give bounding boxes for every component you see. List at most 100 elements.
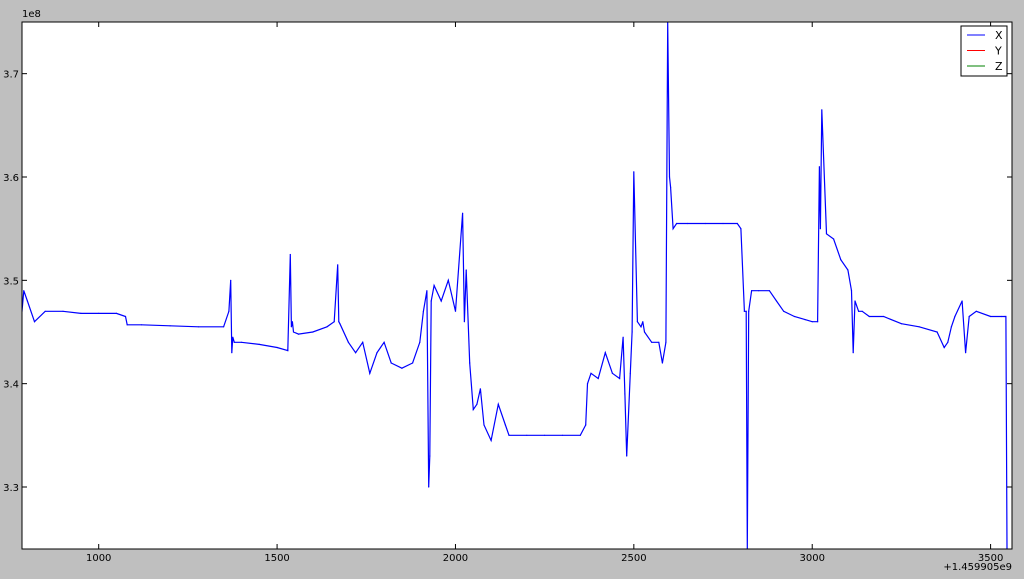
series-point [783, 310, 785, 312]
series-point [811, 321, 813, 323]
series-point [333, 321, 335, 323]
series-point [819, 228, 822, 230]
series-point [736, 222, 738, 225]
series-point [629, 372, 631, 374]
series-point [126, 324, 128, 326]
legend: XYZ [960, 25, 1008, 77]
series-point [751, 290, 753, 292]
y-tick-label: 3.4 [3, 380, 19, 391]
series-point [526, 434, 528, 436]
series-point [624, 393, 626, 395]
series-point [704, 222, 706, 225]
series-point [821, 109, 823, 111]
series-point [490, 439, 492, 442]
series-point [868, 315, 870, 318]
series-point [440, 300, 442, 302]
series-point [240, 341, 242, 343]
series-point [965, 352, 967, 354]
series-point [852, 352, 854, 354]
y-tick-label: 3.5 [3, 276, 19, 287]
series-point [631, 331, 633, 333]
series-point [626, 455, 628, 457]
series-point [990, 315, 992, 318]
series-point [140, 324, 143, 326]
series-point [1000, 315, 1002, 318]
series-point [590, 372, 592, 374]
series-point [326, 326, 328, 328]
series-point [586, 383, 589, 385]
series-point [975, 310, 977, 312]
series-point [597, 377, 599, 380]
series-point [291, 321, 293, 323]
series-point [943, 346, 945, 349]
series-point [231, 352, 233, 354]
series-point [98, 312, 100, 314]
series-point [297, 333, 300, 335]
series-point [44, 310, 46, 312]
y-tick-label: 3.7 [3, 70, 19, 81]
series-point [640, 326, 642, 328]
series-point [544, 434, 546, 436]
legend-label-y: Y [994, 45, 1002, 58]
series-point [228, 310, 230, 312]
series-point [497, 403, 499, 405]
series-point [80, 312, 82, 314]
series-point [847, 269, 849, 271]
series-point [768, 290, 771, 292]
x-tick-label: 1500 [264, 553, 289, 564]
series-point [947, 341, 949, 343]
series-point [961, 300, 963, 302]
series-point [26, 300, 28, 302]
series-point [670, 186, 672, 188]
series-point [748, 310, 750, 312]
series-point [430, 300, 432, 302]
series-point [258, 343, 260, 345]
series-point [672, 228, 674, 230]
series-point [861, 310, 863, 312]
series-point [339, 323, 341, 325]
series-point [643, 331, 646, 333]
series-point [463, 321, 465, 323]
series-point [433, 284, 435, 287]
y-scale-label: 1e8 [22, 9, 41, 20]
series-point [230, 279, 232, 281]
series-point [850, 290, 853, 292]
series-point [579, 434, 581, 436]
series-point [508, 434, 510, 436]
series-point [454, 310, 457, 312]
series-point [62, 310, 64, 312]
series-point [287, 350, 289, 352]
y-tick-label: 3.3 [3, 483, 19, 494]
series-point [412, 362, 414, 364]
series-point [483, 424, 485, 426]
series-point [462, 212, 464, 214]
series-point [854, 300, 856, 302]
x-tick-label: 3000 [799, 553, 824, 564]
series-point [476, 403, 478, 405]
series-point [422, 310, 424, 312]
series-point [918, 326, 920, 328]
series-point [276, 346, 278, 349]
series-point [479, 388, 481, 390]
series-point [722, 222, 724, 225]
series-point [124, 315, 127, 318]
series-point [429, 455, 431, 457]
line-chart: 1000 1500 2000 2500 3000 3500 3.33.43.53.63.7… [3, 9, 1013, 573]
series-point [665, 341, 667, 343]
series-point [633, 171, 635, 173]
series-point [825, 233, 828, 235]
series-point [642, 321, 644, 323]
series-point [619, 377, 621, 380]
series-point [758, 290, 760, 292]
series-point [676, 222, 678, 225]
series-point [383, 341, 385, 343]
series-point [355, 352, 357, 354]
series-point [818, 166, 821, 168]
series-point [686, 222, 689, 225]
series-point [472, 408, 474, 411]
series-point [419, 341, 421, 343]
series-point [561, 434, 564, 436]
series-point [447, 279, 449, 281]
series-point [740, 228, 742, 230]
series-point [883, 315, 885, 318]
